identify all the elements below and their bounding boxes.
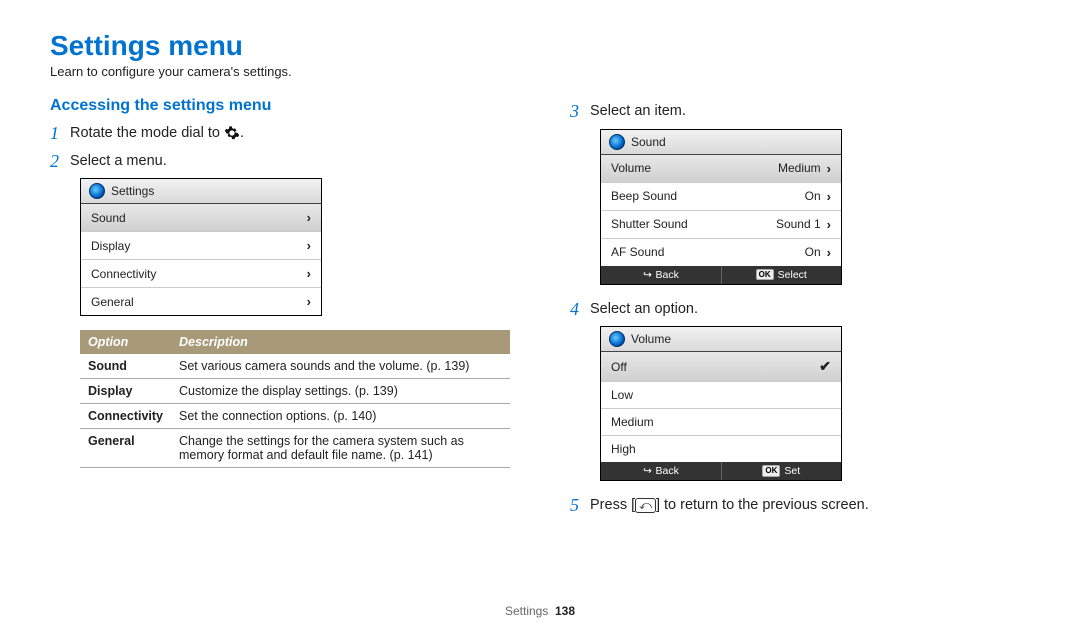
table-header-description: Description (171, 330, 510, 354)
menu-row-value: On (805, 245, 821, 259)
chevron-right-icon: › (827, 245, 831, 260)
footer-back: ↩Back (601, 266, 722, 284)
return-icon: ↩ (643, 465, 652, 477)
step-number: 2 (50, 151, 70, 173)
menu-row-label: Display (91, 239, 130, 253)
step-text: Select an option. (590, 299, 698, 319)
menu-row: Volume Medium › (601, 155, 841, 183)
menu-row: AF Sound On › (601, 239, 841, 266)
footer-back: ↩Back (601, 462, 722, 480)
menu-row: General › (81, 288, 321, 315)
footer-select: OKSelect (722, 266, 842, 284)
menu-row-label: Sound (91, 211, 126, 225)
ok-icon: OK (762, 465, 780, 477)
menu-row-label: Connectivity (91, 267, 156, 281)
page-footer: Settings 138 (0, 604, 1080, 618)
chevron-right-icon: › (307, 266, 311, 281)
menu-row-value: Medium (778, 161, 821, 175)
option-name: Sound (80, 354, 171, 379)
menu-row-label: High (611, 442, 636, 456)
table-row: GeneralChange the settings for the camer… (80, 429, 510, 468)
step-number: 3 (570, 101, 590, 123)
settings-icon (609, 134, 625, 150)
table-row: ConnectivitySet the connection options. … (80, 404, 510, 429)
step-text: Select a menu. (70, 151, 167, 171)
return-icon: ↩ (643, 269, 652, 281)
step-number: 1 (50, 123, 70, 145)
menu-row-label: General (91, 295, 134, 309)
menu-row-label: AF Sound (611, 245, 664, 259)
table-row: SoundSet various camera sounds and the v… (80, 354, 510, 379)
screenshot-settings-menu: Settings Sound›Display›Connectivity›Gene… (80, 178, 322, 316)
shot-header-label: Volume (631, 332, 671, 346)
chevron-right-icon: › (827, 189, 831, 204)
ok-icon: OK (756, 269, 774, 281)
option-description: Set the connection options. (p. 140) (171, 404, 510, 429)
step-text: Press [⤺] to return to the previous scre… (590, 495, 869, 515)
page-subtitle: Learn to configure your camera's setting… (50, 64, 1030, 79)
right-column: 3 Select an item. Sound VolumeMedium›Bee… (570, 97, 1030, 523)
table-header-option: Option (80, 330, 171, 354)
chevron-right-icon: › (827, 217, 831, 232)
footer-set: OKSet (722, 462, 842, 480)
step-text: Rotate the mode dial to . (70, 123, 244, 143)
menu-row-value: Sound 1 (776, 217, 821, 231)
menu-row-label: Low (611, 388, 633, 402)
shot-header-label: Sound (631, 135, 666, 149)
step-number: 4 (570, 299, 590, 321)
chevron-right-icon: › (827, 161, 831, 176)
menu-row-label: Volume (611, 161, 651, 175)
menu-row-label: Off (611, 360, 627, 374)
left-column: Accessing the settings menu 1 Rotate the… (50, 97, 510, 523)
option-description: Customize the display settings. (p. 139) (171, 379, 510, 404)
menu-row: Beep Sound On › (601, 183, 841, 211)
menu-row: Shutter Sound Sound 1 › (601, 211, 841, 239)
table-row: DisplayCustomize the display settings. (… (80, 379, 510, 404)
menu-row-value: On (805, 189, 821, 203)
chevron-right-icon: › (307, 294, 311, 309)
check-icon: ✔ (819, 358, 831, 375)
option-name: Connectivity (80, 404, 171, 429)
step-number: 5 (570, 495, 590, 517)
menu-row: Medium (601, 409, 841, 436)
settings-icon (89, 183, 105, 199)
menu-row: High (601, 436, 841, 462)
menu-row: Low (601, 382, 841, 409)
menu-row-label: Shutter Sound (611, 217, 688, 231)
menu-row: Sound › (81, 204, 321, 232)
chevron-right-icon: › (307, 210, 311, 225)
option-name: Display (80, 379, 171, 404)
shot-header-label: Settings (111, 184, 154, 198)
page-title: Settings menu (50, 30, 1030, 62)
menu-row: Connectivity › (81, 260, 321, 288)
step-text: Select an item. (590, 101, 686, 121)
option-description: Set various camera sounds and the volume… (171, 354, 510, 379)
section-heading: Accessing the settings menu (50, 97, 510, 115)
return-icon: ⤺ (635, 498, 656, 513)
screenshot-volume-menu: Volume Off ✔ Low Medium High ↩Back OKSet (600, 326, 842, 481)
options-table: Option Description SoundSet various came… (80, 330, 510, 468)
menu-row-label: Beep Sound (611, 189, 677, 203)
menu-row-label: Medium (611, 415, 654, 429)
chevron-right-icon: › (307, 238, 311, 253)
menu-row: Display › (81, 232, 321, 260)
gear-icon (224, 123, 240, 143)
screenshot-sound-menu: Sound VolumeMedium›Beep SoundOn›Shutter … (600, 129, 842, 285)
option-description: Change the settings for the camera syste… (171, 429, 510, 468)
settings-icon (609, 331, 625, 347)
option-name: General (80, 429, 171, 468)
menu-row: Off ✔ (601, 352, 841, 382)
